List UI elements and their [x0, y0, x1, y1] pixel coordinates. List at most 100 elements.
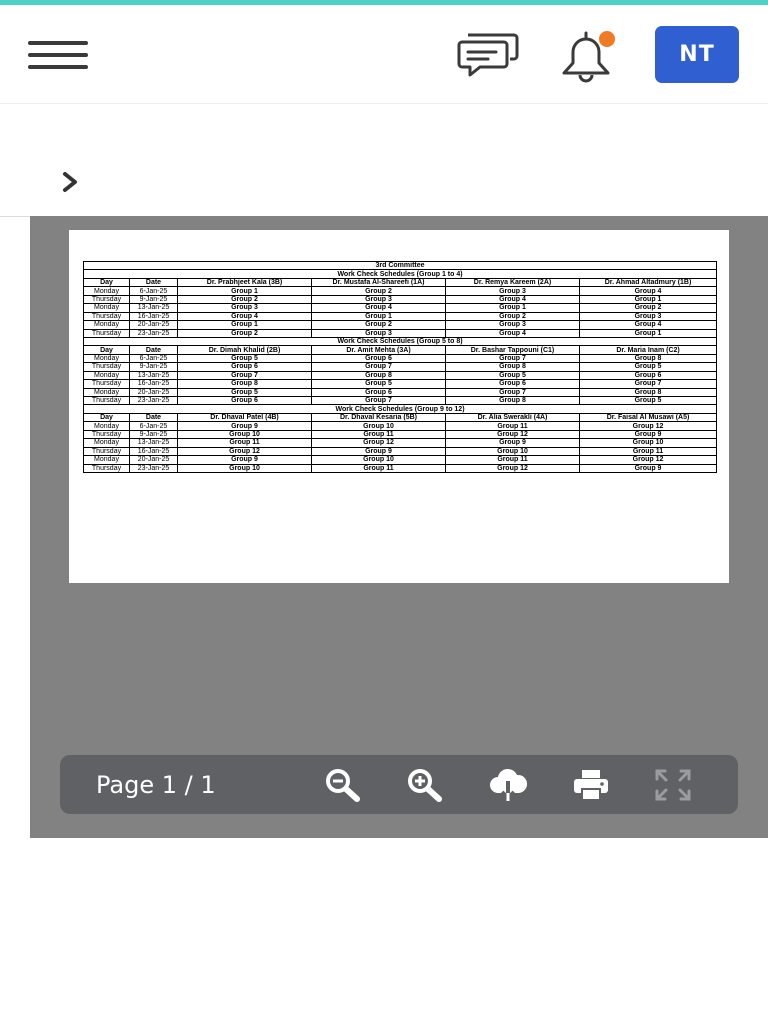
table-cell: Group 8	[445, 395, 580, 406]
bell-icon	[562, 31, 615, 83]
table-cell: Monday	[83, 353, 130, 364]
table-cell: Group 6	[311, 387, 446, 398]
table-cell: 20-Jan-25	[129, 320, 178, 330]
table-cell: Group 11	[578, 446, 718, 457]
notification-dot	[599, 31, 615, 47]
table-cell: Group 4	[311, 303, 446, 313]
table-cell: Group 5	[578, 395, 718, 406]
table-cell: Group 7	[177, 370, 312, 381]
column-header: Date	[129, 277, 178, 288]
table-cell: 16-Jan-25	[129, 379, 178, 389]
column-header: Day	[83, 277, 130, 288]
table-row: Monday 13-Jan-25 Group 11 Group 12 Group 9 Gr…	[83, 438, 718, 448]
table-cell: Group 4	[578, 320, 718, 330]
column-header: Date	[129, 412, 178, 423]
table-cell: Group 11	[445, 455, 580, 465]
column-header: Dr. Faisal Al Musawi (A5)	[578, 412, 718, 423]
zoom-in-button[interactable]	[405, 767, 445, 803]
zoom-out-button[interactable]	[323, 767, 363, 803]
column-header: Dr. Prabhjeet Kala (3B)	[177, 277, 312, 288]
table-cell: Group 10	[177, 429, 312, 440]
table-cell: Monday	[83, 438, 130, 448]
table-cell: Thursday	[83, 379, 130, 389]
table-cell: Group 7	[311, 362, 446, 372]
table-cell: Group 2	[177, 328, 312, 338]
table-cell: Thursday	[83, 328, 130, 338]
chat-icon	[457, 33, 519, 77]
table-cell: Monday	[83, 286, 130, 296]
table-cell: 20-Jan-25	[129, 387, 178, 398]
table-cell: Group 2	[311, 320, 446, 330]
table-cell: Group 3	[311, 328, 446, 338]
table-cell: Group 5	[177, 353, 312, 364]
table-row: Thursday 23-Jan-25 Group 6 Group 7 Group 8 Gr…	[83, 395, 718, 406]
table-cell: Group 3	[578, 311, 718, 322]
print-icon	[574, 770, 608, 801]
chat-button[interactable]	[456, 31, 520, 81]
table-cell: Group 7	[445, 387, 580, 398]
section-heading: Work Check Schedules (Group 9 to 12)	[82, 404, 718, 414]
table-cell: Group 1	[578, 328, 718, 338]
user-avatar[interactable]: NT	[655, 26, 739, 83]
table-row: Thursday 9-Jan-25 Group 10 Group 11 Group 12…	[83, 429, 718, 440]
table-row: Monday 13-Jan-25 Group 3 Group 4 Group 1 Grou…	[83, 303, 718, 313]
menu-button[interactable]	[28, 41, 90, 71]
table-cell: Group 11	[177, 438, 312, 448]
section-heading: Work Check Schedules (Group 1 to 4)	[82, 269, 718, 279]
table-cell: Group 3	[311, 294, 446, 305]
table-cell: Group 1	[177, 286, 312, 296]
notifications-button[interactable]	[558, 29, 618, 83]
table-cell: Group 1	[578, 294, 718, 305]
table-cell: Group 6	[177, 362, 312, 372]
table-cell: Group 4	[578, 286, 718, 296]
table-cell: Group 5	[311, 379, 446, 389]
table-cell: Monday	[83, 320, 130, 330]
table-cell: Monday	[83, 303, 130, 313]
document-title: 3rd Committee	[82, 260, 718, 271]
download-button[interactable]	[488, 767, 528, 803]
column-header: Dr. Bashar Tappouni (C1)	[445, 345, 580, 355]
table-cell: Group 6	[311, 353, 446, 364]
table-row: Thursday 16-Jan-25 Group 4 Group 1 Group 2 Gr…	[83, 311, 718, 322]
table-cell: Thursday	[83, 362, 130, 372]
table-cell: 9-Jan-25	[129, 294, 178, 305]
table-cell: Group 3	[445, 286, 580, 296]
viewer-gutter	[0, 216, 30, 838]
table-cell: Group 10	[311, 455, 446, 465]
table-cell: Group 12	[578, 421, 718, 431]
schedule-table: 3rd Committee Work Check Schedules (Grou…	[82, 260, 718, 473]
table-cell: Monday	[83, 370, 130, 381]
fullscreen-button[interactable]	[653, 767, 693, 803]
table-cell: Thursday	[83, 463, 130, 473]
table-cell: Group 9	[311, 446, 446, 457]
schedule-document: 3rd Committee Work Check Schedules (Grou…	[82, 260, 718, 473]
column-header: Dr. Dhaval Patel (4B)	[177, 412, 312, 423]
table-row: Monday 20-Jan-25 Group 9 Group 10 Group 11 Gr…	[83, 455, 718, 465]
table-cell: Group 10	[578, 438, 718, 448]
column-header: Dr. Dimah Khalid (2B)	[177, 345, 312, 355]
section-heading: Work Check Schedules (Group 5 to 8)	[82, 336, 718, 347]
table-cell: 6-Jan-25	[129, 353, 178, 364]
table-cell: Group 8	[177, 379, 312, 389]
table-cell: 16-Jan-25	[129, 446, 178, 457]
table-row: Thursday 23-Jan-25 Group 2 Group 3 Group 4 Gr…	[83, 328, 718, 338]
download-icon	[490, 768, 528, 801]
table-row: Thursday 9-Jan-25 Group 6 Group 7 Group 8 Gro…	[83, 362, 718, 372]
table-cell: Group 7	[578, 379, 718, 389]
table-header-row: Day Date Dr. Dimah Khalid (2B) Dr. Amit Meh…	[83, 345, 718, 355]
table-cell: Group 8	[445, 362, 580, 372]
app-header: NT	[0, 5, 768, 104]
chevron-right-icon	[63, 172, 77, 192]
table-cell: 9-Jan-25	[129, 429, 178, 440]
table-row: Thursday 16-Jan-25 Group 12 Group 9 Group 10…	[83, 446, 718, 457]
table-cell: Group 2	[311, 286, 446, 296]
table-cell: Group 2	[445, 311, 580, 322]
table-cell: Group 8	[578, 353, 718, 364]
breadcrumb-expand-button[interactable]	[60, 170, 82, 194]
viewer-toolbar: Page 1 / 1	[60, 755, 738, 814]
table-cell: 16-Jan-25	[129, 311, 178, 322]
table-cell: Group 2	[578, 303, 718, 313]
print-button[interactable]	[571, 767, 611, 803]
column-header: Dr. Ahmad Altadmury (1B)	[578, 277, 718, 288]
table-cell: Group 9	[177, 421, 312, 431]
